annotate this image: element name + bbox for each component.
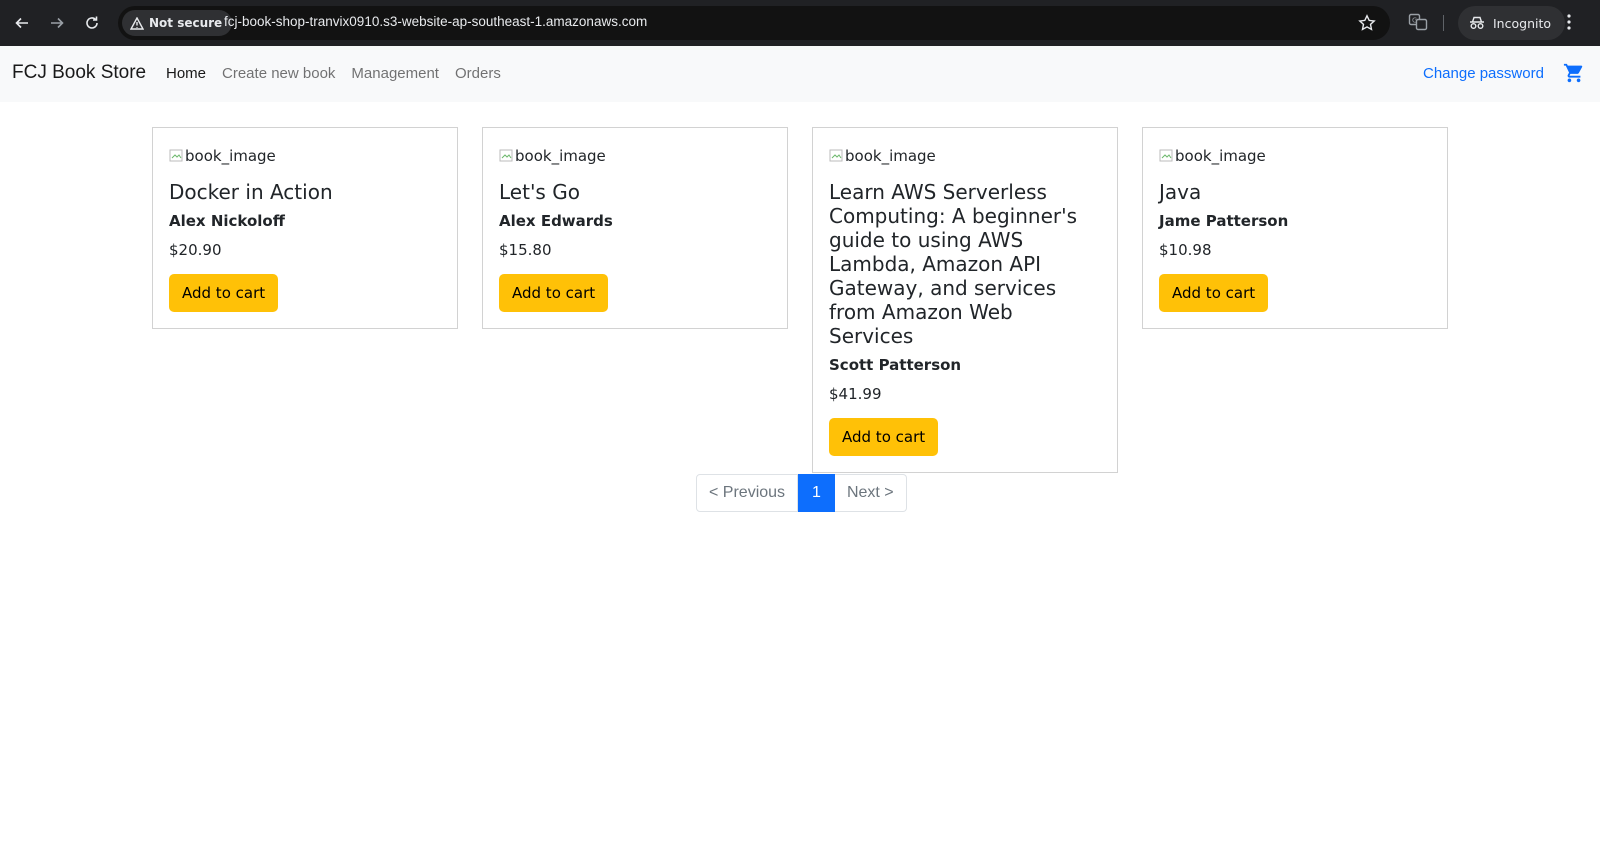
incognito-label: Incognito [1493, 15, 1552, 31]
book-price: $41.99 [829, 385, 882, 403]
cart-icon[interactable] [1563, 62, 1585, 88]
reload-icon[interactable] [80, 11, 104, 35]
bookmark-star-icon[interactable] [1358, 14, 1376, 36]
change-password-link[interactable]: Change password [1423, 65, 1544, 82]
broken-image-icon [169, 149, 183, 162]
security-label: Not secure [149, 16, 223, 30]
add-to-cart-button[interactable]: Add to cart [1159, 274, 1269, 312]
book-title: Learn AWS Serverless Computing: A beginn… [829, 180, 1078, 348]
add-to-cart-button[interactable]: Add to cart [169, 274, 279, 312]
book-author: Scott Patterson [829, 356, 962, 374]
book-image: book_image [829, 144, 1101, 168]
back-icon[interactable] [10, 11, 34, 35]
next-page-button[interactable]: Next > [834, 474, 907, 512]
nav-link-home[interactable]: Home [166, 65, 206, 82]
book-image: book_image [169, 144, 441, 168]
warning-icon [130, 16, 144, 30]
nav-link-orders[interactable]: Orders [455, 65, 501, 82]
browser-toolbar: Not secure fcj-book-shop-tranvix0910.s3-… [0, 0, 1600, 46]
nav-link-management[interactable]: Management [351, 65, 439, 82]
current-page-button[interactable]: 1 [798, 474, 835, 512]
svg-text:G: G [1412, 17, 1417, 25]
book-card: book_image Docker in Action Alex Nickolo… [152, 127, 458, 329]
app-navbar: FCJ Book Store Home Create new book Mana… [0, 46, 1600, 102]
book-price: $10.98 [1159, 241, 1212, 259]
pagination: < Previous 1 Next > [696, 474, 907, 512]
translate-icon[interactable]: G [1408, 12, 1428, 36]
add-to-cart-button[interactable]: Add to cart [829, 418, 939, 456]
broken-image-icon [499, 149, 513, 162]
incognito-chip[interactable]: Incognito [1458, 6, 1566, 40]
book-author: Alex Edwards [499, 212, 613, 230]
nav-links: Home Create new book Management Orders [166, 65, 501, 82]
broken-image-icon [829, 149, 843, 162]
nav-link-create-new-book[interactable]: Create new book [222, 65, 335, 82]
toolbar-divider [1443, 15, 1444, 31]
address-bar[interactable]: Not secure fcj-book-shop-tranvix0910.s3-… [118, 6, 1390, 40]
book-card: book_image Java Jame Patterson $10.98 Ad… [1142, 127, 1448, 329]
book-title: Docker in Action [169, 180, 333, 204]
incognito-icon [1470, 16, 1484, 29]
book-card: book_image Learn AWS Serverless Computin… [812, 127, 1118, 473]
book-image: book_image [1159, 144, 1431, 168]
browser-menu-icon[interactable] [1566, 12, 1572, 36]
security-chip[interactable]: Not secure [122, 10, 233, 36]
book-card: book_image Let's Go Alex Edwards $15.80 … [482, 127, 788, 329]
book-image-alt: book_image [1175, 147, 1266, 165]
book-title: Java [1159, 180, 1202, 204]
book-author: Alex Nickoloff [169, 212, 285, 230]
book-author: Jame Patterson [1159, 212, 1289, 230]
book-price: $15.80 [499, 241, 552, 259]
url-text[interactable]: fcj-book-shop-tranvix0910.s3-website-ap-… [224, 14, 647, 29]
forward-icon[interactable] [45, 11, 69, 35]
book-image-alt: book_image [185, 147, 276, 165]
book-image-alt: book_image [515, 147, 606, 165]
book-image: book_image [499, 144, 771, 168]
add-to-cart-button[interactable]: Add to cart [499, 274, 609, 312]
book-title: Let's Go [499, 180, 580, 204]
book-price: $20.90 [169, 241, 222, 259]
brand-link[interactable]: FCJ Book Store [12, 62, 146, 84]
book-image-alt: book_image [845, 147, 936, 165]
previous-page-button[interactable]: < Previous [696, 474, 799, 512]
broken-image-icon [1159, 149, 1173, 162]
